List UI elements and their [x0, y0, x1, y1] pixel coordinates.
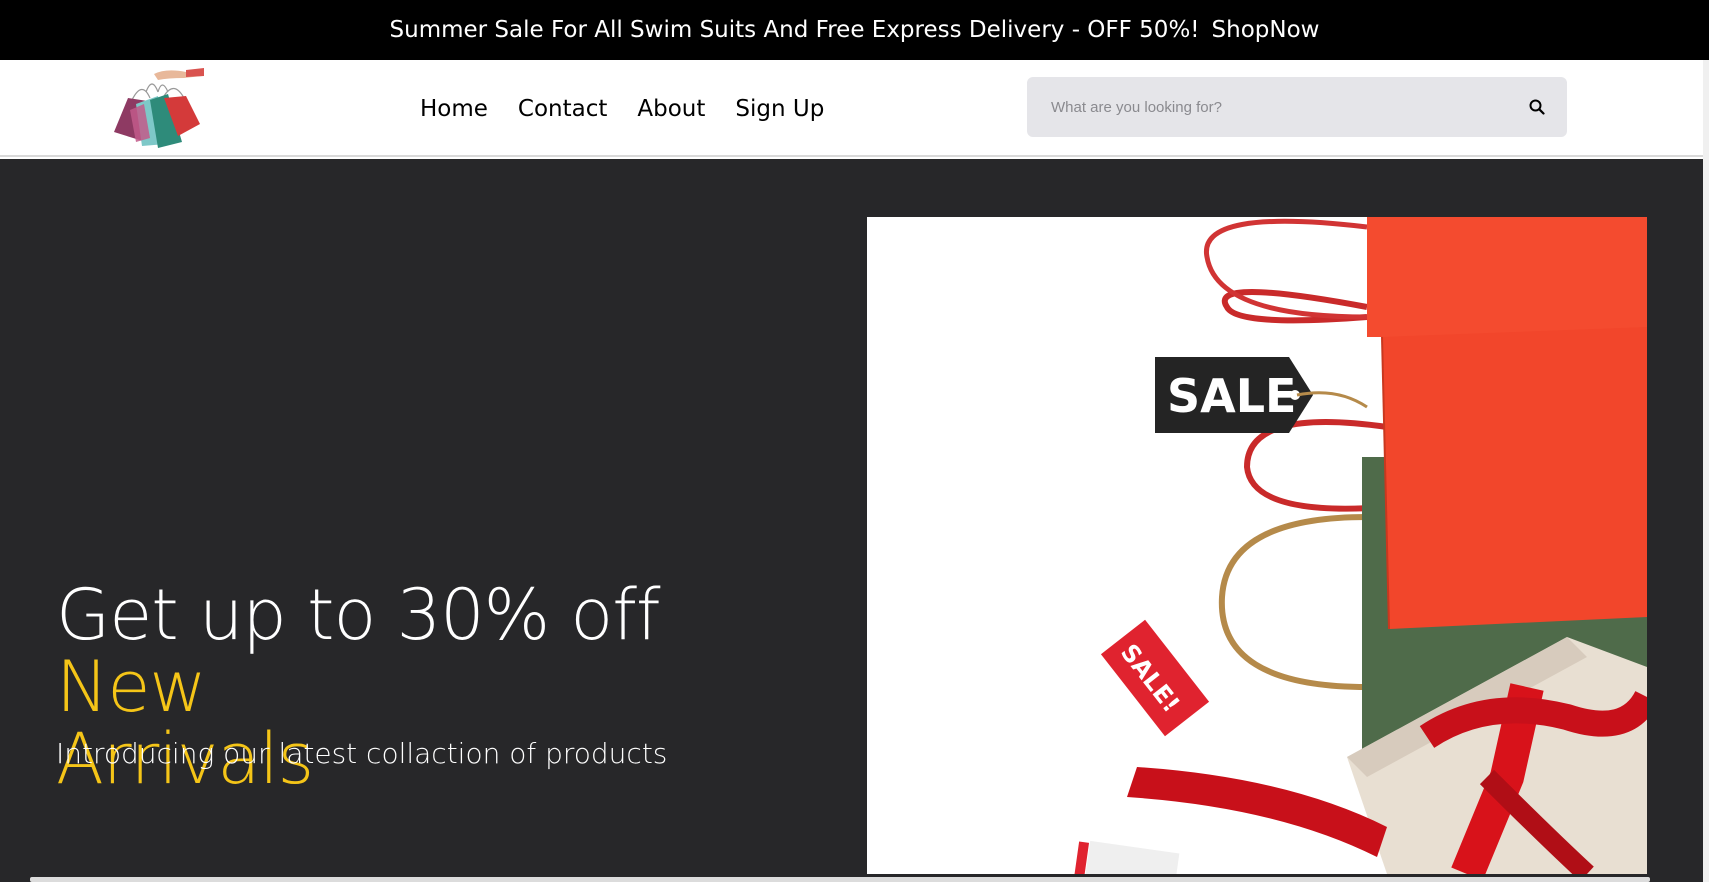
shopping-bags-logo[interactable] [106, 66, 206, 150]
hero-heading-highlight-new: New [56, 646, 207, 728]
nav-home[interactable]: Home [420, 96, 488, 122]
search-bar [1027, 77, 1567, 137]
announcement-bar: Summer Sale For All Swim Suits And Free … [0, 0, 1709, 60]
primary-nav: Home Contact About Sign Up [420, 60, 824, 157]
nav-sign-up[interactable]: Sign Up [735, 96, 824, 122]
nav-about[interactable]: About [637, 96, 705, 122]
sale-tag-text: SALE [1167, 369, 1296, 423]
hero-heading-text: Get up to 30% off [56, 574, 661, 656]
hero-subheading: Introducing our latest collaction of pro… [56, 737, 668, 770]
hero-banner: Get up to 30% off New Arrivals Introducin… [0, 159, 1709, 882]
hero-sale-image: SALE SALE! [867, 217, 1647, 874]
search-icon[interactable] [1525, 95, 1549, 119]
main-navbar: Home Contact About Sign Up [0, 60, 1709, 157]
shop-now-link[interactable]: ShopNow [1212, 17, 1320, 43]
search-input[interactable] [1027, 77, 1487, 137]
horizontal-scrollbar[interactable] [30, 877, 1650, 882]
promo-text: Summer Sale For All Swim Suits And Free … [389, 17, 1200, 43]
nav-contact[interactable]: Contact [518, 96, 607, 122]
window-edge [1703, 60, 1709, 882]
